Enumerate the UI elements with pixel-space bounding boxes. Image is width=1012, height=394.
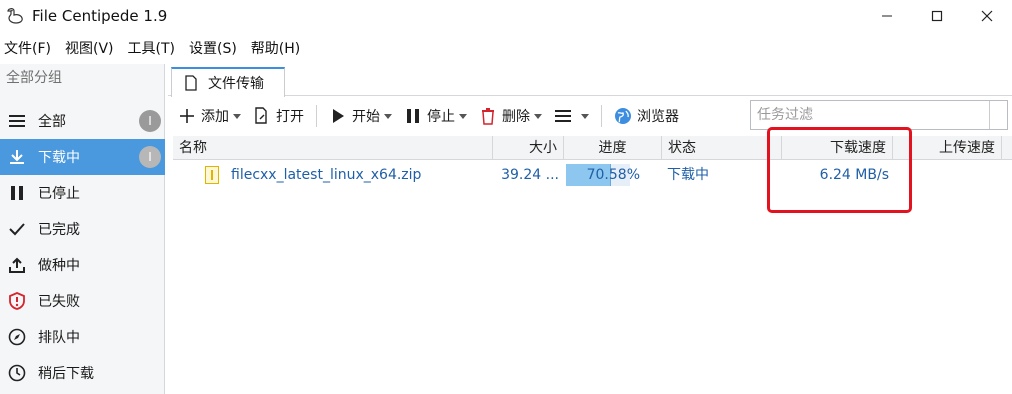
sidebar-item-label: 已完成 — [38, 222, 80, 238]
file-warning-icon — [205, 166, 219, 184]
column-name[interactable]: 名称 — [173, 136, 493, 160]
tab-label: 文件传输 — [208, 76, 264, 92]
clock-icon — [6, 362, 28, 384]
sidebar: 全部分组 全部 I 下载中 I 已停止 已完成 做种中 已失败 排队中 稍后下载 — [0, 64, 165, 394]
more-menu-button[interactable] — [548, 101, 595, 131]
delete-button[interactable]: 删除 — [473, 101, 548, 131]
stop-button[interactable]: 停止 — [398, 101, 473, 131]
filter-dropdown-button[interactable] — [989, 101, 1007, 129]
caret-down-icon — [459, 113, 467, 119]
title-bar: File Centipede 1.9 — [0, 0, 1012, 32]
compass-icon — [6, 326, 28, 348]
sidebar-item-later[interactable]: 稍后下载 — [0, 355, 165, 391]
progress-bar: 70.58% — [566, 164, 640, 186]
open-file-icon — [253, 107, 271, 125]
menu-bar: 文件(F) 视图(V) 工具(T) 设置(S) 帮助(H) — [0, 34, 1012, 62]
close-button[interactable] — [962, 0, 1012, 32]
open-button[interactable]: 打开 — [247, 101, 310, 131]
plus-icon — [178, 107, 196, 125]
menu-help[interactable]: 帮助(H) — [251, 38, 300, 58]
task-name: filecxx_latest_linux_x64.zip — [231, 167, 422, 183]
column-status[interactable]: 状态 — [662, 136, 782, 160]
maximize-icon — [931, 10, 943, 22]
sidebar-item-all[interactable]: 全部 I — [0, 103, 165, 139]
minimize-button[interactable] — [862, 0, 912, 32]
shield-alert-icon — [6, 290, 28, 312]
count-badge: I — [139, 110, 161, 132]
sidebar-item-stopped[interactable]: 已停止 — [0, 175, 165, 211]
sidebar-item-label: 全部 — [38, 114, 66, 130]
goose-app-icon — [4, 5, 26, 27]
tab-file-transfer[interactable]: 文件传输 — [171, 67, 285, 97]
pause-icon — [404, 107, 422, 125]
play-icon — [329, 107, 347, 125]
sidebar-item-queued[interactable]: 排队中 — [0, 319, 165, 355]
task-filter-input[interactable] — [751, 102, 987, 128]
add-button[interactable]: 添加 — [172, 101, 247, 131]
column-progress[interactable]: 进度 — [564, 136, 662, 160]
toolbar-divider — [601, 105, 602, 127]
sidebar-item-seeding[interactable]: 做种中 — [0, 247, 165, 283]
sidebar-item-label: 已停止 — [38, 186, 80, 202]
upload-icon — [6, 254, 28, 276]
globe-icon — [614, 107, 632, 125]
sidebar-item-label: 已失败 — [38, 294, 80, 310]
menu-view[interactable]: 视图(V) — [65, 38, 114, 58]
menu-icon — [554, 107, 572, 125]
add-label: 添加 — [201, 109, 229, 125]
sidebar-header: 全部分组 — [6, 70, 62, 86]
maximize-button[interactable] — [912, 0, 962, 32]
sidebar-item-downloading[interactable]: 下载中 I — [0, 139, 165, 175]
menu-file[interactable]: 文件(F) — [4, 38, 51, 58]
document-icon — [185, 75, 197, 91]
menu-tools[interactable]: 工具(T) — [128, 38, 175, 58]
sidebar-item-label: 做种中 — [38, 258, 80, 274]
menu-settings[interactable]: 设置(S) — [189, 38, 237, 58]
trash-icon — [479, 107, 497, 125]
task-filter[interactable] — [750, 100, 1008, 130]
browser-label: 浏览器 — [637, 109, 679, 125]
minimize-icon — [882, 15, 892, 17]
browser-button[interactable]: 浏览器 — [608, 101, 685, 131]
open-label: 打开 — [276, 109, 304, 125]
sidebar-item-label: 稍后下载 — [38, 366, 94, 382]
progress-text: 70.58% — [586, 167, 640, 183]
download-icon — [6, 146, 28, 168]
pause-icon — [6, 182, 28, 204]
window-title: File Centipede 1.9 — [32, 7, 168, 25]
highlight-box — [767, 127, 912, 213]
task-status: 下载中 — [667, 167, 709, 183]
sidebar-item-completed[interactable]: 已完成 — [0, 211, 165, 247]
start-label: 开始 — [352, 109, 380, 125]
sidebar-item-label: 排队中 — [38, 330, 80, 346]
menu-icon — [6, 110, 28, 132]
delete-label: 删除 — [502, 109, 530, 125]
count-badge: I — [139, 146, 161, 168]
close-icon — [981, 10, 993, 22]
sidebar-item-failed[interactable]: 已失败 — [0, 283, 165, 319]
caret-down-icon — [233, 113, 241, 119]
task-size: 39.24 ... — [501, 167, 559, 183]
sidebar-item-label: 下载中 — [38, 150, 80, 166]
check-icon — [6, 218, 28, 240]
caret-down-icon — [534, 113, 542, 119]
column-size[interactable]: 大小 — [493, 136, 564, 160]
caret-down-icon — [384, 113, 392, 119]
start-button[interactable]: 开始 — [323, 101, 398, 131]
tab-bar: 文件传输 — [168, 64, 1012, 97]
toolbar-divider — [316, 105, 317, 127]
caret-down-icon — [581, 113, 589, 119]
stop-label: 停止 — [427, 109, 455, 125]
